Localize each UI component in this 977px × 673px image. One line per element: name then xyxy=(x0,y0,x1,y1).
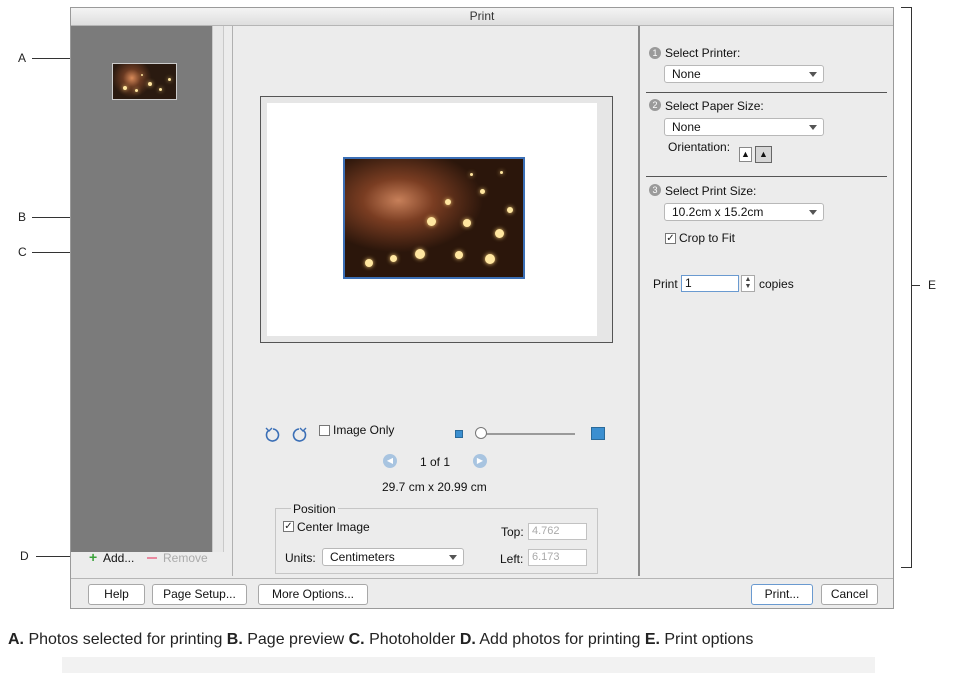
caption-d-text: Add photos for printing xyxy=(475,631,645,648)
caption-d-letter: D. xyxy=(459,631,476,648)
image-only-label: Image Only xyxy=(333,423,395,437)
chevron-down-icon xyxy=(809,72,817,77)
panel-divider xyxy=(232,26,233,576)
printer-dropdown[interactable]: None xyxy=(664,65,824,83)
page-setup-button[interactable]: Page Setup... xyxy=(152,584,247,605)
step-3-icon: 3 xyxy=(649,184,661,196)
caption-a-text: Photos selected for printing xyxy=(24,631,227,648)
rotate-left-icon[interactable] xyxy=(264,426,281,443)
add-remove-bar: + Add... Remove xyxy=(89,549,219,566)
caption-a-letter: A. xyxy=(8,631,24,648)
page-preview xyxy=(260,96,613,343)
bracket-e xyxy=(911,7,912,567)
page-preview-paper xyxy=(267,103,597,336)
crop-to-fit-checkbox[interactable]: ✓ xyxy=(665,233,676,244)
crop-to-fit-label: Crop to Fit xyxy=(679,231,736,245)
rotate-right-icon[interactable] xyxy=(291,426,308,443)
options-divider xyxy=(638,26,640,576)
step-1-icon: 1 xyxy=(649,47,661,59)
zoom-out-icon[interactable] xyxy=(455,430,463,438)
center-image-checkbox[interactable]: ✓ xyxy=(283,521,294,532)
help-button[interactable]: Help xyxy=(88,584,145,605)
caption-b-letter: B. xyxy=(226,631,243,648)
zoom-slider-track[interactable] xyxy=(479,433,575,435)
page-size-label: 29.7 cm x 20.99 cm xyxy=(382,480,487,494)
photo-thumbnail[interactable] xyxy=(112,63,177,100)
photoholder[interactable] xyxy=(343,157,525,279)
caption-b-text: Page preview xyxy=(242,631,349,648)
more-options-button[interactable]: More Options... xyxy=(258,584,368,605)
caption-e-text: Print options xyxy=(659,631,754,648)
callout-e-line xyxy=(912,285,920,286)
footer-divider xyxy=(71,578,893,579)
left-input[interactable]: 6.173 xyxy=(528,549,587,566)
print-dialog: Print + Add... Remove Image Only ◀ 1 of … xyxy=(70,7,894,609)
previous-page-button[interactable]: ◀ xyxy=(383,454,397,468)
chevron-down-icon xyxy=(449,555,457,560)
landscape-orientation-icon[interactable]: ▲ xyxy=(755,146,772,163)
printer-value: None xyxy=(672,67,701,81)
caption-e-letter: E. xyxy=(644,631,660,648)
page-indicator: 1 of 1 xyxy=(420,455,451,469)
top-label: Top: xyxy=(501,525,524,539)
callout-b: B xyxy=(18,210,27,224)
callout-e: E xyxy=(928,278,937,292)
zoom-slider-thumb[interactable] xyxy=(475,427,487,439)
copies-label: copies xyxy=(759,277,794,291)
copies-input[interactable]: 1 xyxy=(681,275,739,292)
zoom-in-icon[interactable] xyxy=(591,427,605,440)
callout-d: D xyxy=(20,549,29,563)
print-button[interactable]: Print... xyxy=(751,584,813,605)
units-label: Units: xyxy=(285,551,316,565)
bottom-strip xyxy=(62,657,875,673)
paper-size-dropdown[interactable]: None xyxy=(664,118,824,136)
remove-button[interactable]: Remove xyxy=(163,551,208,565)
print-label: Print xyxy=(653,277,678,291)
portrait-orientation-icon[interactable]: ▲ xyxy=(739,147,752,162)
thumbnail-panel xyxy=(71,26,212,552)
select-paper-size-label: Select Paper Size: xyxy=(665,99,764,113)
add-icon[interactable]: + xyxy=(89,549,97,565)
options-separator-1 xyxy=(646,92,887,93)
add-button[interactable]: Add... xyxy=(103,551,134,565)
paper-size-value: None xyxy=(672,120,701,134)
center-image-label: Center Image xyxy=(297,520,370,534)
bracket-e-bottom xyxy=(901,567,912,568)
select-print-size-label: Select Print Size: xyxy=(665,184,757,198)
print-size-dropdown[interactable]: 10.2cm x 15.2cm xyxy=(664,203,824,221)
chevron-down-icon xyxy=(809,125,817,130)
step-2-icon: 2 xyxy=(649,99,661,111)
callout-c: C xyxy=(18,245,27,259)
options-separator-2 xyxy=(646,176,887,177)
copies-stepper[interactable]: ▲ ▼ xyxy=(741,275,755,292)
cancel-button[interactable]: Cancel xyxy=(821,584,878,605)
left-label: Left: xyxy=(500,552,524,566)
units-value: Centimeters xyxy=(330,550,395,564)
callout-a: A xyxy=(18,51,27,65)
print-size-value: 10.2cm x 15.2cm xyxy=(672,205,764,219)
caption-c-letter: C. xyxy=(348,631,365,648)
units-dropdown[interactable]: Centimeters xyxy=(322,548,464,566)
image-only-checkbox[interactable] xyxy=(319,425,330,436)
window-title: Print xyxy=(71,8,893,26)
remove-icon[interactable] xyxy=(147,557,157,559)
orientation-label: Orientation: xyxy=(668,140,731,154)
top-input[interactable]: 4.762 xyxy=(528,523,587,540)
figure-caption: A. Photos selected for printing B. Page … xyxy=(8,631,753,649)
thumbnail-scrollbar[interactable] xyxy=(212,26,224,552)
caption-c-text: Photoholder xyxy=(364,631,460,648)
next-page-button[interactable]: ▶ xyxy=(473,454,487,468)
chevron-down-icon xyxy=(809,210,817,215)
position-legend: Position xyxy=(291,502,338,516)
select-printer-label: Select Printer: xyxy=(665,46,741,60)
